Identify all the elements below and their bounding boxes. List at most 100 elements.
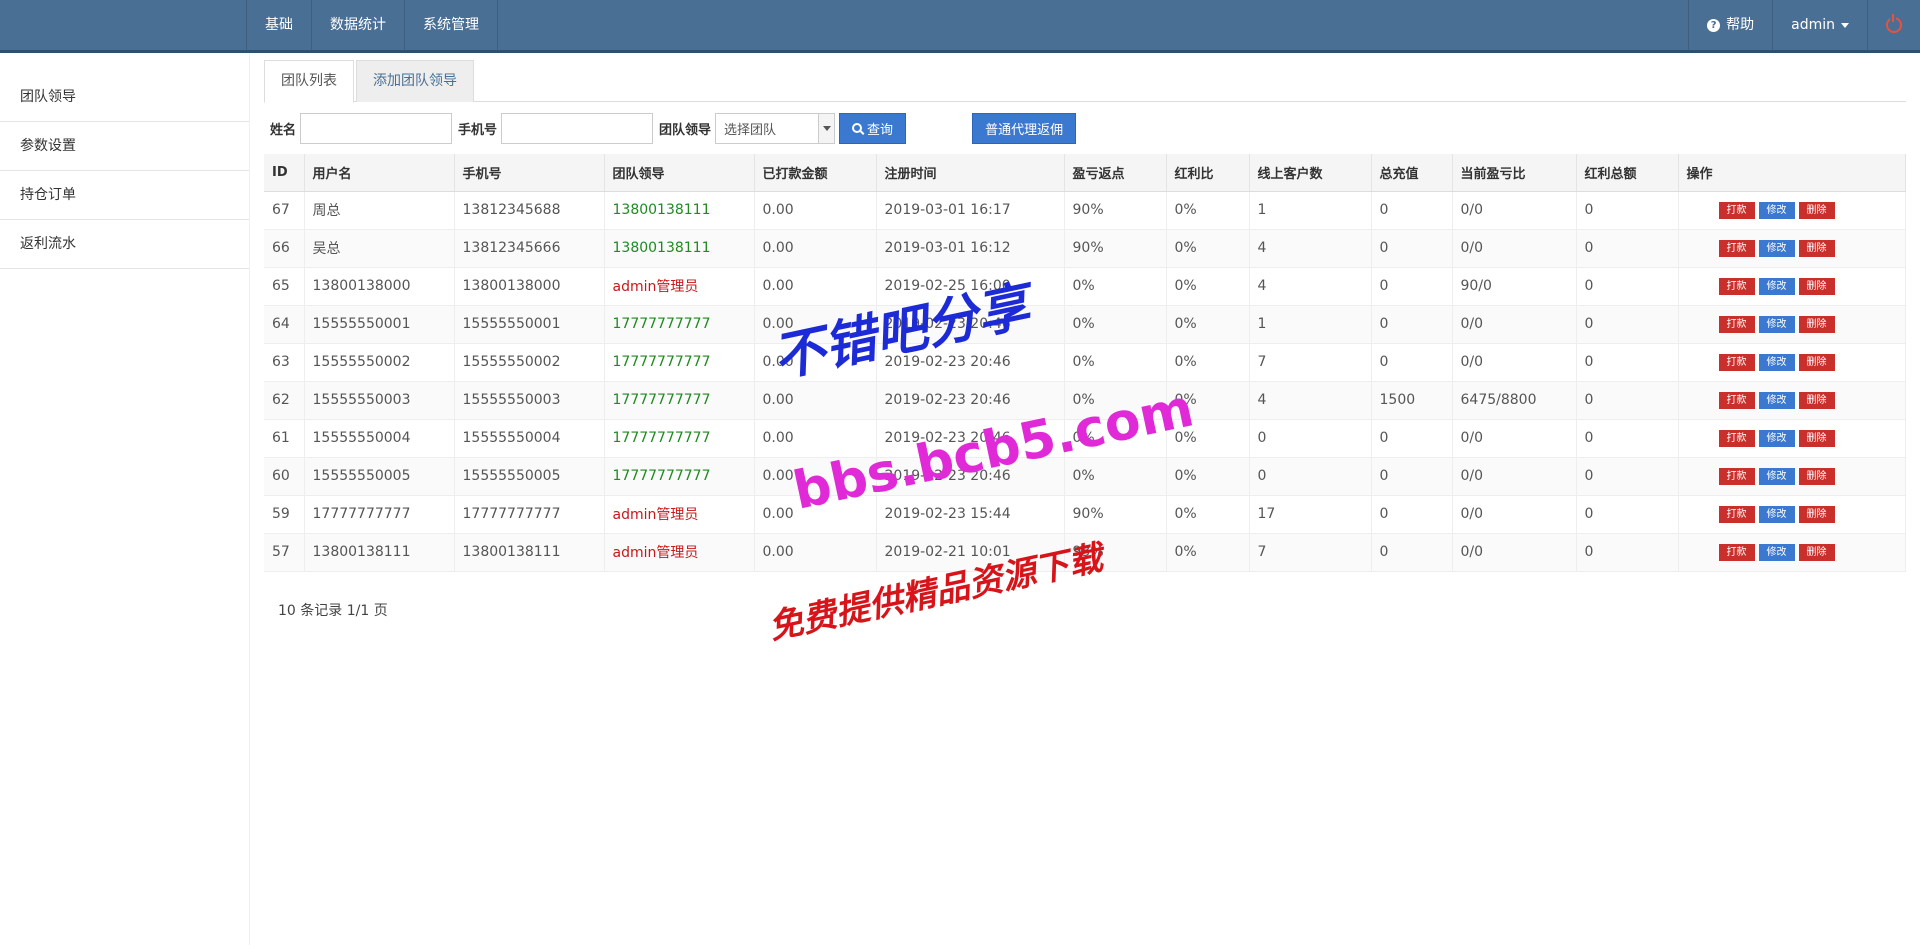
pay-button[interactable]: 打款 [1718,543,1755,561]
team-select[interactable]: 选择团队 [715,112,836,144]
delete-button[interactable]: 删除 [1798,505,1835,523]
cell-rebate: 0% [1064,419,1167,458]
cell-ratio: 0/0 [1452,229,1577,268]
cell-username: 吴总 [304,229,455,268]
cell-bonus-total: 0 [1576,381,1679,420]
pay-button[interactable]: 打款 [1718,505,1755,523]
delete-button[interactable]: 删除 [1798,467,1835,485]
sidebar-item-positions[interactable]: 持仓订单 [0,171,249,220]
edit-button[interactable]: 修改 [1758,543,1795,561]
delete-button[interactable]: 删除 [1798,239,1835,257]
cell-actions: 打款 修改 删除 [1678,495,1906,534]
cell-rebate: 0% [1064,457,1167,496]
cell-bonus-ratio: 0% [1166,305,1250,344]
cell-rebate: 0% [1064,267,1167,306]
cell-bonus-total: 0 [1576,305,1679,344]
delete-button[interactable]: 删除 [1798,543,1835,561]
pay-button[interactable]: 打款 [1718,201,1755,219]
pay-button[interactable]: 打款 [1718,239,1755,257]
col-ratio: 当前盈亏比 [1452,154,1577,192]
cell-paid: 0.00 [754,343,877,382]
cell-id: 61 [264,419,305,458]
cell-reg-time: 2019-02-23 20:46 [876,381,1065,420]
cell-bonus-ratio: 0% [1166,419,1250,458]
pay-button[interactable]: 打款 [1718,429,1755,447]
cell-actions: 打款 修改 删除 [1678,419,1906,458]
tab-team-list[interactable]: 团队列表 [264,60,354,103]
edit-button[interactable]: 修改 [1758,429,1795,447]
cell-username: 15555550001 [304,305,455,344]
cell-username: 13800138111 [304,533,455,572]
edit-button[interactable]: 修改 [1758,277,1795,295]
cell-paid: 0.00 [754,495,877,534]
cell-phone: 17777777777 [454,495,605,534]
delete-button[interactable]: 删除 [1798,391,1835,409]
cell-reg-time: 2019-03-01 16:12 [876,229,1065,268]
cell-paid: 0.00 [754,267,877,306]
cell-clients: 17 [1249,495,1372,534]
edit-button[interactable]: 修改 [1758,391,1795,409]
cell-username: 15555550004 [304,419,455,458]
table-header-row: ID 用户名 手机号 团队领导 已打款金额 注册时间 盈亏返点 红利比 线上客户… [264,154,1906,192]
pay-button[interactable]: 打款 [1718,315,1755,333]
phone-label: 手机号 [458,122,498,138]
help-link[interactable]: ? 帮助 [1688,0,1772,50]
tab-add-team-leader[interactable]: 添加团队领导 [356,60,474,102]
nav-item-basic[interactable]: 基础 [247,0,312,50]
pay-button[interactable]: 打款 [1718,277,1755,295]
nav-right: ? 帮助 admin [1688,0,1920,50]
nav-item-system[interactable]: 系统管理 [405,0,498,50]
delete-button[interactable]: 删除 [1798,315,1835,333]
sidebar-item-params[interactable]: 参数设置 [0,122,249,171]
cell-actions: 打款 修改 删除 [1678,305,1906,344]
pay-button[interactable]: 打款 [1718,391,1755,409]
cell-reg-time: 2019-02-23 20:46 [876,457,1065,496]
cell-paid: 0.00 [754,381,877,420]
delete-button[interactable]: 删除 [1798,201,1835,219]
delete-button[interactable]: 删除 [1798,277,1835,295]
cell-ratio: 0/0 [1452,419,1577,458]
nav-item-stats[interactable]: 数据统计 [312,0,405,50]
cell-id: 59 [264,495,305,534]
table-row: 67 周总 13812345688 13800138111 0.00 2019-03-01… [264,191,1906,230]
sidebar-item-team-leader[interactable]: 团队领导 [0,73,249,122]
delete-button[interactable]: 删除 [1798,353,1835,371]
edit-button[interactable]: 修改 [1758,201,1795,219]
edit-button[interactable]: 修改 [1758,353,1795,371]
cell-id: 67 [264,191,305,230]
search-button-label: 查询 [867,122,894,138]
logout-button[interactable] [1867,0,1920,50]
table-row: 61 15555550004 15555550004 17777777777 0.00 2… [264,419,1906,458]
pay-button[interactable]: 打款 [1718,467,1755,485]
cell-paid: 0.00 [754,229,877,268]
team-select-value: 选择团队 [724,122,777,138]
delete-button[interactable]: 删除 [1798,429,1835,447]
phone-input[interactable] [501,112,654,144]
cell-rebate: 90% [1064,495,1167,534]
edit-button[interactable]: 修改 [1758,505,1795,523]
agent-rebate-button[interactable]: 普通代理返佣 [972,112,1077,144]
cell-username: 15555550005 [304,457,455,496]
cell-phone: 13812345666 [454,229,605,268]
name-input[interactable] [300,112,453,144]
search-button[interactable]: 查询 [839,112,907,144]
cell-phone: 15555550003 [454,381,605,420]
edit-button[interactable]: 修改 [1758,315,1795,333]
edit-button[interactable]: 修改 [1758,239,1795,257]
cell-phone: 15555550005 [454,457,605,496]
cell-phone: 13800138000 [454,267,605,306]
edit-button[interactable]: 修改 [1758,467,1795,485]
cell-username: 13800138000 [304,267,455,306]
select-arrow-icon [818,113,835,143]
cell-leader: 17777777777 [604,381,755,420]
sidebar-item-rebate-flow[interactable]: 返利流水 [0,220,249,269]
cell-clients: 4 [1249,381,1372,420]
user-menu[interactable]: admin [1772,0,1867,50]
cell-recharge: 0 [1371,229,1453,268]
table-row: 57 13800138111 13800138111 admin管理员 0.00 2019… [264,533,1906,572]
cell-reg-time: 2019-02-25 16:00 [876,267,1065,306]
col-recharge: 总充值 [1371,154,1453,192]
cell-phone: 15555550004 [454,419,605,458]
power-icon [1886,14,1902,33]
pay-button[interactable]: 打款 [1718,353,1755,371]
